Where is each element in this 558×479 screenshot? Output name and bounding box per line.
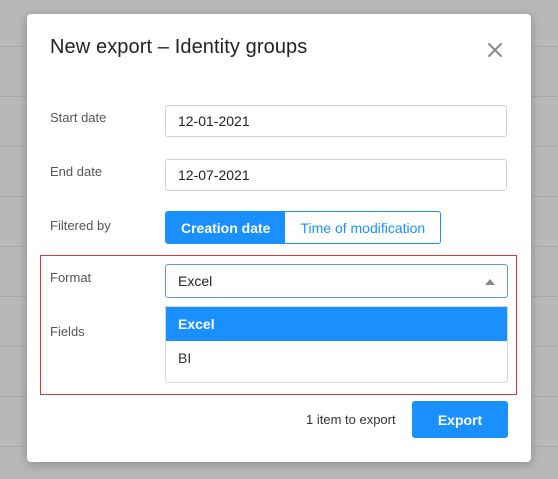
end-date-input[interactable] xyxy=(165,159,507,191)
filtered-by-toggle: Creation date Time of modification xyxy=(165,211,442,244)
format-dropdown-menu: Excel BI xyxy=(165,306,508,383)
export-button[interactable]: Export xyxy=(412,401,508,438)
close-button[interactable] xyxy=(483,38,507,62)
modal-title: New export – Identity groups xyxy=(50,36,308,58)
time-of-modification-option[interactable]: Time of modification xyxy=(285,212,441,243)
start-date-input[interactable] xyxy=(165,105,507,137)
export-modal: New export – Identity groups Start date … xyxy=(27,14,531,462)
start-date-label: Start date xyxy=(50,110,107,125)
caret-up-icon xyxy=(485,279,495,285)
filtered-by-label: Filtered by xyxy=(50,218,111,233)
format-label: Format xyxy=(50,270,92,285)
format-select-value: Excel xyxy=(178,273,213,289)
close-icon xyxy=(488,43,502,57)
format-select[interactable]: Excel xyxy=(165,264,508,298)
creation-date-option[interactable]: Creation date xyxy=(166,212,286,243)
end-date-label: End date xyxy=(50,164,103,179)
format-option-bi[interactable]: BI xyxy=(166,341,507,375)
export-count: 1 item to export xyxy=(306,412,396,427)
format-option-excel[interactable]: Excel xyxy=(166,307,507,341)
fields-label: Fields xyxy=(50,324,85,339)
